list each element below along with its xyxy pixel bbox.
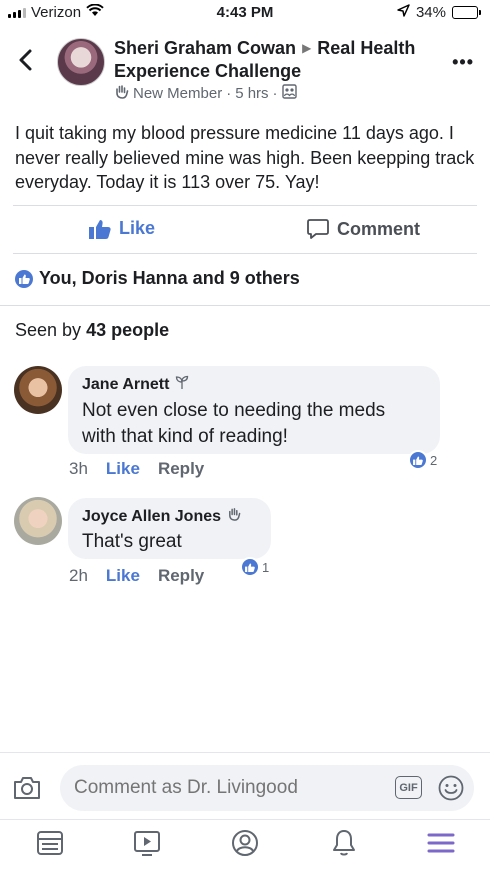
seen-prefix: Seen by xyxy=(15,320,87,340)
group-name-part1[interactable]: Real Health xyxy=(317,38,415,58)
divider xyxy=(0,819,490,820)
comment-text: Not even close to needing the meds with t… xyxy=(82,400,386,447)
hamburger-menu-icon xyxy=(427,833,455,853)
camera-icon xyxy=(14,777,40,799)
comment-reactions[interactable]: 1 xyxy=(240,557,269,577)
comment-reply-button[interactable]: Reply xyxy=(158,566,204,586)
thumbs-up-icon xyxy=(89,219,111,239)
camera-button[interactable] xyxy=(12,773,42,803)
comment-reactions[interactable]: 2 xyxy=(408,450,437,470)
comment-actions: 2h Like Reply xyxy=(69,566,204,586)
like-reaction-icon xyxy=(408,450,428,470)
reactions-summary[interactable]: You, Doris Hanna and 9 others xyxy=(15,268,300,289)
wave-hand-icon xyxy=(227,507,241,526)
author-avatar[interactable] xyxy=(57,38,105,86)
post-body: I quit taking my blood pressure medicine… xyxy=(15,123,475,192)
divider xyxy=(0,305,490,306)
comment-icon xyxy=(307,219,329,239)
reactions-text: You, Doris Hanna and 9 others xyxy=(39,268,300,288)
seen-count: 43 people xyxy=(86,320,170,340)
tab-profile[interactable] xyxy=(230,828,260,858)
profile-icon xyxy=(232,830,258,856)
comment-actions: 3h Like Reply xyxy=(69,459,204,479)
group-name-part2[interactable]: Experience Challenge xyxy=(114,61,301,81)
comment-like-button[interactable]: Like xyxy=(106,459,140,479)
tab-news-feed[interactable] xyxy=(35,828,65,858)
divider xyxy=(13,205,477,206)
post-time[interactable]: 5 hrs xyxy=(235,85,268,102)
gif-button[interactable]: GIF xyxy=(395,776,422,799)
smiley-icon xyxy=(438,775,464,801)
comment-bubble: Jane Arnett Not even close to needing th… xyxy=(68,366,440,454)
comment-time: 3h xyxy=(69,459,88,478)
comment-text: That's great xyxy=(82,531,182,552)
reaction-count: 2 xyxy=(430,452,438,468)
commenter-avatar[interactable] xyxy=(14,497,62,545)
commenter-avatar[interactable] xyxy=(14,366,62,414)
member-badge: New Member xyxy=(133,85,223,102)
meta-separator: · xyxy=(226,85,232,102)
meta-separator-2: · xyxy=(272,85,278,102)
commenter-name[interactable]: Joyce Allen Jones xyxy=(82,508,221,526)
like-label: Like xyxy=(119,218,156,238)
video-play-icon xyxy=(134,831,160,856)
comment-bubble: Joyce Allen Jones That's great xyxy=(68,498,271,559)
tab-menu[interactable] xyxy=(426,828,456,858)
seen-by[interactable]: Seen by 43 people xyxy=(15,320,169,341)
divider xyxy=(0,752,490,753)
wave-hand-icon xyxy=(114,84,129,103)
tab-notifications[interactable] xyxy=(329,828,359,858)
comment-button[interactable]: Comment xyxy=(307,218,420,240)
commenter-name[interactable]: Jane Arnett xyxy=(82,376,169,394)
group-privacy-icon xyxy=(281,84,297,103)
tab-watch[interactable] xyxy=(132,828,162,858)
ellipsis-icon: ••• xyxy=(452,52,474,72)
triangle-right-icon: ▶ xyxy=(302,41,312,55)
comment-like-button[interactable]: Like xyxy=(106,566,140,586)
author-name[interactable]: Sheri Graham Cowan xyxy=(114,38,296,58)
news-feed-icon xyxy=(37,831,63,855)
emoji-button[interactable] xyxy=(438,775,464,801)
more-options-button[interactable]: ••• xyxy=(452,52,474,73)
reaction-count: 1 xyxy=(262,559,270,575)
chevron-left-icon xyxy=(19,49,32,71)
like-reaction-icon xyxy=(15,269,33,288)
location-icon xyxy=(397,4,410,21)
bell-icon xyxy=(333,830,355,856)
status-bar: Verizon 4:43 PM 34% xyxy=(0,0,490,26)
post-meta: New Member · 5 hrs · xyxy=(114,84,297,103)
comment-time: 2h xyxy=(69,566,88,585)
comment-label: Comment xyxy=(337,218,421,239)
divider xyxy=(13,253,477,254)
post-header-title: Sheri Graham Cowan ▶ Real Health Experienc… xyxy=(114,37,434,83)
back-button[interactable] xyxy=(16,48,36,72)
battery-icon xyxy=(452,6,481,19)
sprout-icon xyxy=(175,375,189,395)
comment-reply-button[interactable]: Reply xyxy=(158,459,204,479)
like-button[interactable]: Like xyxy=(89,218,155,239)
battery-percent: 34% xyxy=(415,4,446,21)
like-reaction-icon xyxy=(240,557,260,577)
